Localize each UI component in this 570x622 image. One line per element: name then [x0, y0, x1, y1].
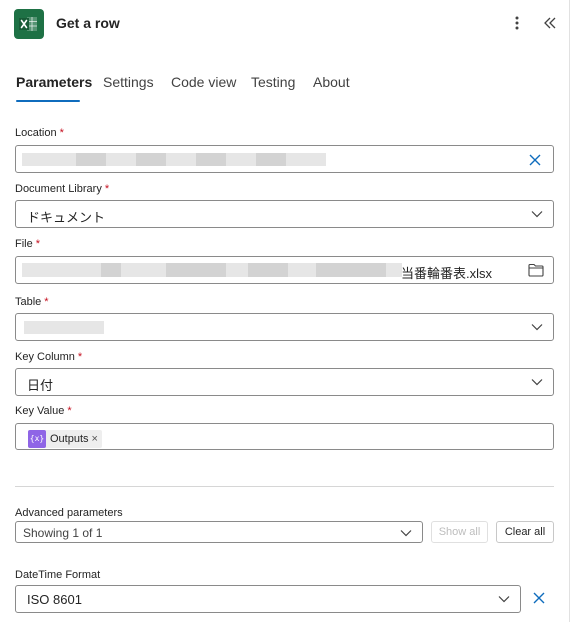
- clear-location-icon[interactable]: [528, 153, 542, 167]
- tab-parameters[interactable]: Parameters: [16, 74, 92, 102]
- redacted-value: [136, 153, 166, 166]
- redacted-value: [316, 263, 386, 277]
- excel-icon: [14, 9, 44, 39]
- datetime-format-value: ISO 8601: [27, 592, 82, 607]
- redacted-value: [76, 153, 106, 166]
- more-vertical-icon: [515, 16, 519, 30]
- divider: [15, 486, 554, 487]
- advanced-parameters-label: Advanced parameters: [15, 507, 123, 519]
- redacted-value: [196, 153, 226, 166]
- tab-testing[interactable]: Testing: [251, 74, 295, 102]
- file-input[interactable]: 当番輪番表.xlsx: [15, 256, 554, 284]
- key-column-value: 日付: [27, 378, 54, 393]
- action-panel: Get a row Parameters Settings Code view …: [0, 0, 570, 622]
- redacted-value: [101, 263, 121, 277]
- key-value-input[interactable]: {x} Outputs ×: [15, 423, 554, 450]
- chevron-down-icon: [531, 324, 543, 331]
- document-library-value: ドキュメント: [27, 210, 106, 225]
- key-column-label: Key Column *: [15, 351, 83, 363]
- tab-settings[interactable]: Settings: [103, 74, 154, 102]
- advanced-parameters-value: Showing 1 of 1: [23, 526, 103, 540]
- show-all-button[interactable]: Show all: [431, 521, 488, 543]
- double-chevron-left-icon: [544, 17, 556, 29]
- redacted-value: [248, 263, 288, 277]
- clear-all-button[interactable]: Clear all: [496, 521, 554, 543]
- table-label: Table *: [15, 296, 49, 308]
- file-label: File *: [15, 238, 41, 250]
- tab-code-view[interactable]: Code view: [171, 74, 236, 102]
- tab-bar: Parameters Settings Code view Testing Ab…: [0, 74, 570, 104]
- collapse-panel-button[interactable]: [539, 12, 561, 34]
- key-value-label: Key Value *: [15, 405, 72, 417]
- remove-token-button[interactable]: ×: [92, 433, 98, 445]
- table-dropdown[interactable]: [15, 313, 554, 341]
- document-library-dropdown[interactable]: ドキュメント: [15, 200, 554, 228]
- chevron-down-icon: [400, 530, 412, 537]
- redacted-value: [24, 321, 104, 334]
- folder-icon[interactable]: [528, 263, 544, 277]
- document-library-label: Document Library *: [15, 183, 110, 195]
- location-input[interactable]: [15, 145, 554, 173]
- tab-about[interactable]: About: [313, 74, 350, 102]
- chevron-down-icon: [498, 596, 510, 603]
- token-label: Outputs: [50, 433, 89, 445]
- chevron-down-icon: [531, 379, 543, 386]
- page-title: Get a row: [56, 15, 120, 31]
- advanced-parameters-dropdown[interactable]: Showing 1 of 1: [15, 521, 423, 543]
- redacted-value: [166, 263, 226, 277]
- expression-icon: {x}: [28, 430, 46, 448]
- outputs-token[interactable]: {x} Outputs ×: [28, 430, 102, 448]
- location-label: Location *: [15, 127, 64, 139]
- more-options-button[interactable]: [507, 12, 527, 34]
- datetime-format-label: DateTime Format: [15, 569, 101, 581]
- datetime-format-dropdown[interactable]: ISO 8601: [15, 585, 521, 613]
- chevron-down-icon: [531, 211, 543, 218]
- active-tab-indicator: [16, 100, 80, 102]
- key-column-dropdown[interactable]: 日付: [15, 368, 554, 396]
- file-name-value: 当番輪番表.xlsx: [401, 266, 493, 281]
- panel-header: Get a row: [0, 0, 570, 48]
- redacted-value: [256, 153, 286, 166]
- remove-datetime-format-icon[interactable]: [532, 591, 546, 605]
